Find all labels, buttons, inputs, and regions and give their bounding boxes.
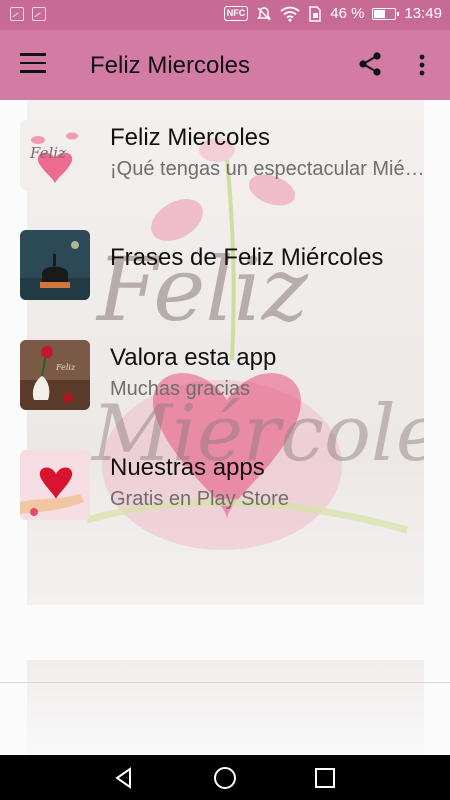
recents-icon[interactable] [313, 766, 337, 790]
more-vert-icon[interactable] [410, 52, 434, 78]
image-icon [32, 7, 46, 21]
mosque-night-thumb [20, 230, 90, 300]
list-item-frases[interactable]: Frases de Feliz Miércoles [0, 220, 450, 316]
list-item-feliz-miercoles[interactable]: Feliz Feliz Miercoles ¡Qué tengas un esp… [0, 110, 450, 206]
list-item-title: Valora esta app [110, 344, 277, 371]
system-nav-bar [0, 755, 450, 800]
mute-icon [257, 6, 272, 20]
status-bar: NFC 46 % 13:49 [0, 0, 450, 30]
rose-vase-thumb: Feliz [20, 340, 90, 410]
sim-icon [309, 5, 321, 22]
list-item-nuestras-apps[interactable]: Nuestras apps Gratis en Play Store [0, 440, 450, 536]
back-icon[interactable] [112, 766, 136, 790]
list-item-title: Frases de Feliz Miércoles [110, 244, 384, 271]
notification-icons [10, 7, 46, 21]
svg-text:Feliz: Feliz [29, 144, 66, 162]
share-icon[interactable] [356, 50, 384, 78]
app-bar: Feliz Miercoles [0, 30, 450, 100]
system-icons: NFC 46 % 13:49 [223, 5, 442, 22]
clock: 13:49 [404, 5, 442, 22]
nfc-icon: NFC [223, 6, 249, 21]
battery-percent: 46 % [330, 5, 365, 22]
divider [0, 682, 450, 683]
home-icon[interactable] [213, 766, 237, 790]
heart-hand-thumb [20, 450, 90, 520]
feliz-miercoles-heart-thumb: Feliz [20, 120, 90, 190]
battery-level [374, 9, 385, 18]
list-item-title: Nuestras apps [110, 454, 265, 481]
battery-icon [372, 7, 400, 20]
menu-icon[interactable] [20, 53, 46, 75]
list-item-subtitle: Muchas gracias [110, 378, 251, 400]
svg-text:Feliz: Feliz [55, 363, 76, 372]
list-item-valora[interactable]: Feliz Valora esta app Muchas gracias [0, 330, 450, 426]
list-item-subtitle: Gratis en Play Store [110, 488, 289, 510]
background-reflection [27, 660, 424, 755]
gallery-icon [10, 7, 24, 21]
list-item-subtitle: ¡Qué tengas un espectacular Miércoles! [110, 158, 425, 180]
main-content: Feliz Miércoles Feliz Feliz Miercoles ¡Q… [0, 100, 450, 755]
app-title: Feliz Miercoles [90, 52, 251, 79]
wifi-icon [280, 6, 300, 21]
list-item-title: Feliz Miercoles [110, 124, 271, 151]
